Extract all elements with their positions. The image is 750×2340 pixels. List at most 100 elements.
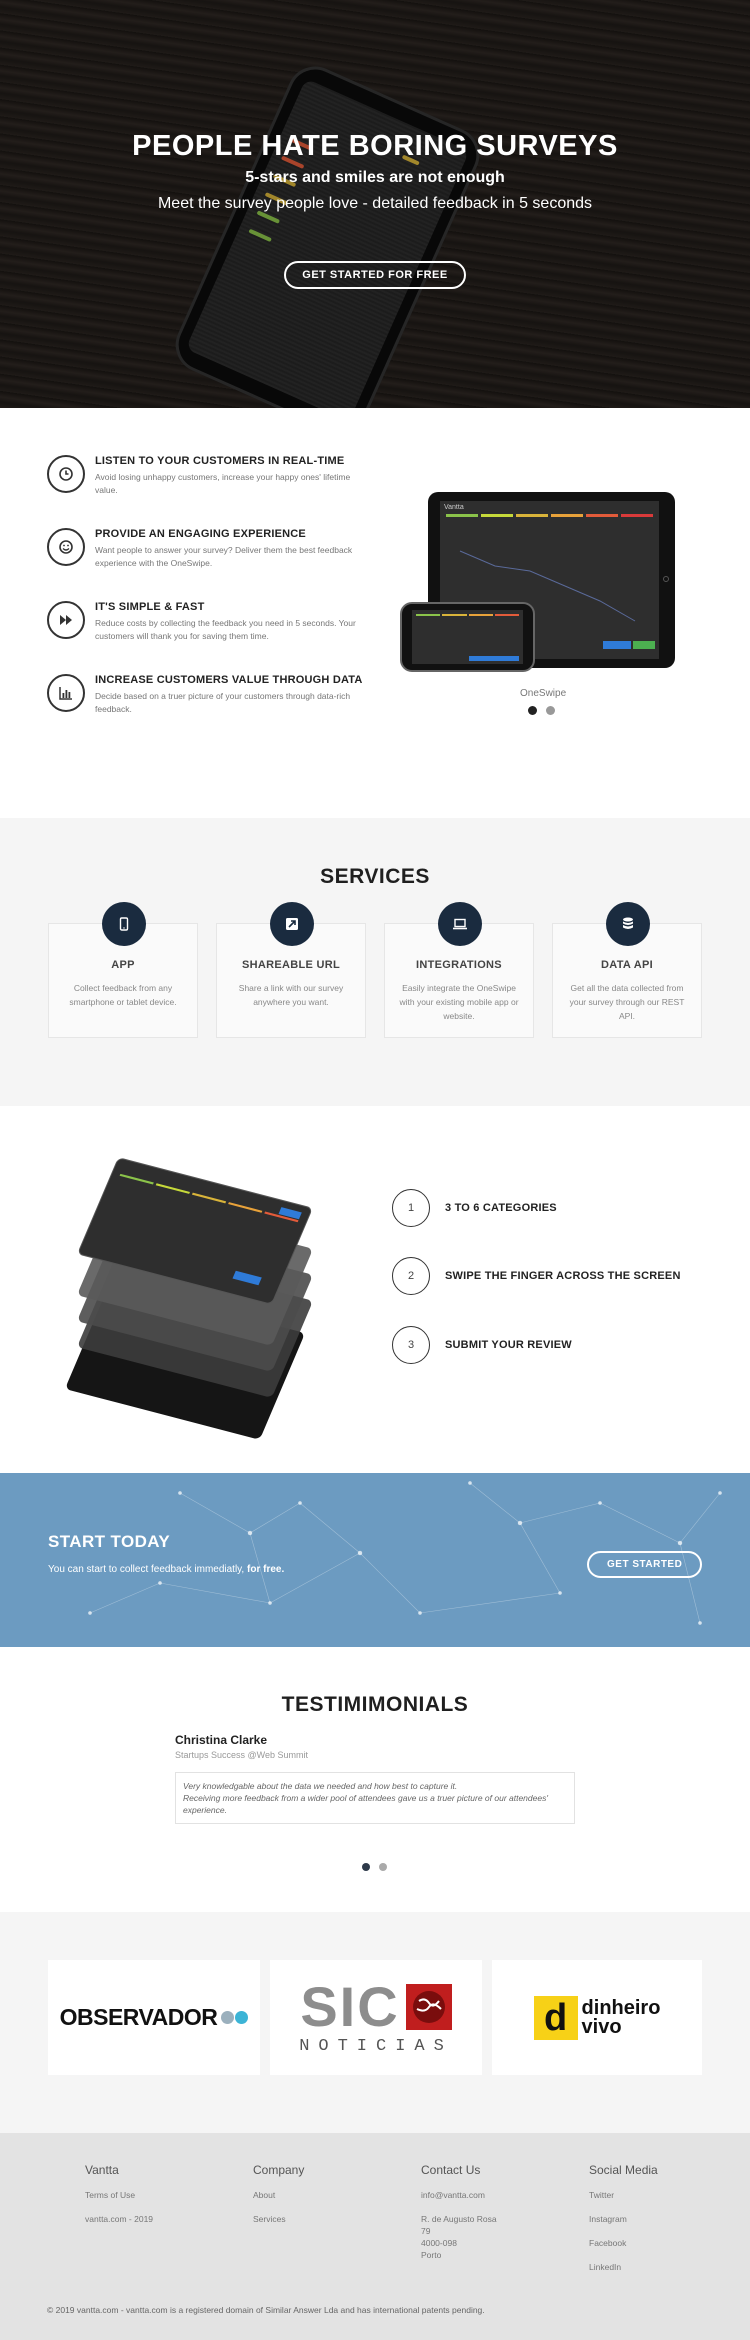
service-description: Share a link with our survey anywhere yo… [238,983,344,1007]
fast-forward-icon [47,601,85,639]
feature-title: IT'S SIMPLE & FAST [95,601,205,613]
start-today-text: You can start to collect feedback immedi… [48,1564,284,1575]
observador-logo[interactable]: OBSERVADOR [48,1960,260,2075]
observador-dots-icon [221,2011,249,2024]
service-title: APP [111,959,135,971]
share-link-icon [270,902,314,946]
hero-text: PEOPLE HATE BORING SURVEYS 5-stars and s… [0,130,750,289]
step-text: 3 TO 6 CATEGORIES [445,1202,557,1214]
service-title: DATA API [601,959,653,971]
start-text-prefix: You can start to collect feedback immedi… [48,1564,247,1575]
footer-column-company: Company About Services [253,2163,304,2237]
carousel-dot[interactable] [546,706,555,715]
dinheiro-vivo-logo[interactable]: d dinheiro vivo [492,1960,702,2075]
footer-heading: Company [253,2163,305,2177]
service-description: Collect feedback from any smartphone or … [69,983,177,1007]
step-text: SWIPE THE FINGER ACROSS THE SCREEN [445,1270,681,1282]
feature-description: Decide based on a truer picture of your … [95,691,351,714]
features-section: LISTEN TO YOUR CUSTOMERS IN REAL-TIME Av… [0,408,750,818]
address-line: Porto [421,2250,442,2260]
service-description: Easily integrate the OneSwipe with your … [399,983,519,1021]
feature-description: Want people to answer your survey? Deliv… [95,545,353,568]
carousel-dot[interactable] [379,1863,387,1871]
footer: Vantta Terms of Use vantta.com - 2019 Co… [0,2133,750,2340]
testimonials-section: TESTIMIMONIALS Christina Clarke Startups… [0,1647,750,1912]
footer-heading: Social Media [589,2163,658,2177]
quote-line: Very knowledgable about the data we need… [183,1781,458,1791]
home-button [663,576,669,582]
service-card: INTEGRATIONS Easily integrate the OneSwi… [384,902,534,1038]
mobile-icon [102,902,146,946]
start-today-banner: START TODAY You can start to collect fee… [0,1473,750,1647]
service-card: SHAREABLE URL Share a link with our surv… [216,902,366,1038]
start-text-bold: for free. [247,1564,285,1575]
email-link[interactable]: info@vantta.com [421,2189,497,2201]
smile-icon [47,528,85,566]
footer-heading: Contact Us [421,2163,481,2177]
laptop-icon [438,902,482,946]
address-line: 4000-098 [421,2238,457,2248]
testimonial-carousel-dots [362,1863,387,1871]
feature-item: INCREASE CUSTOMERS VALUE THROUGH DATA De… [47,674,367,716]
services-link[interactable]: Services [253,2213,304,2225]
press-logos-section: OBSERVADOR SIC NOTICIAS d dinheiro vivo [0,1912,750,2133]
step-item: 2 SWIPE THE FINGER ACROSS THE SCREEN [392,1257,681,1295]
instagram-link[interactable]: Instagram [589,2213,658,2225]
quote-line: Receiving more feedback from a wider poo… [183,1793,548,1815]
terms-link[interactable]: Terms of Use [85,2189,153,2201]
hero-title: PEOPLE HATE BORING SURVEYS [132,130,618,162]
step-number: 1 [392,1189,430,1227]
feature-title: PROVIDE AN ENGAGING EXPERIENCE [95,528,306,540]
step-text: SUBMIT YOUR REVIEW [445,1339,572,1351]
start-today-title: START TODAY [48,1532,171,1551]
hero-subtitle: 5-stars and smiles are not enough [245,169,505,186]
feature-title: LISTEN TO YOUR CUSTOMERS IN REAL-TIME [95,455,345,467]
footer-column-vantta: Vantta Terms of Use vantta.com - 2019 [85,2163,153,2237]
footer-site-text: vantta.com - 2019 [85,2214,154,2224]
carousel-dot[interactable] [528,706,537,715]
testimonial-quote: Very knowledgable about the data we need… [175,1772,575,1824]
bar-chart-icon [47,674,85,712]
sic-logo-text: SIC [300,1975,400,2038]
facebook-link[interactable]: Facebook [589,2237,658,2249]
device-brand: Vantta [444,504,464,511]
carousel-caption: OneSwipe [520,688,567,699]
dinheiro-text: dinheiro [581,1996,661,2019]
testimonial-role: Startups Success @Web Summit [175,1750,309,1760]
phone-mockup-image [400,602,535,672]
get-started-free-button[interactable]: GET STARTED FOR FREE [284,261,466,289]
hero-section: PEOPLE HATE BORING SURVEYS 5-stars and s… [0,0,750,408]
testimonials-title: TESTIMIMONIALS [281,1693,469,1716]
address-line: 79 [421,2226,431,2236]
copyright-text: © 2019 vantta.com - vantta.com is a regi… [47,2305,485,2315]
sic-noticias-logo[interactable]: SIC NOTICIAS [270,1960,482,2075]
step-item: 3 SUBMIT YOUR REVIEW [392,1326,572,1364]
testimonial-author: Christina Clarke [175,1733,268,1747]
database-icon [606,902,650,946]
observador-logo-text: OBSERVADOR [59,2004,218,2030]
services-section: SERVICES APP Collect feedback from any s… [0,818,750,1106]
footer-column-contact: Contact Us info@vantta.com R. de Augusto… [421,2163,497,2273]
vivo-text: vivo [581,2015,622,2038]
feature-item: LISTEN TO YOUR CUSTOMERS IN REAL-TIME Av… [47,455,367,497]
service-description: Get all the data collected from your sur… [569,983,685,1021]
footer-column-social: Social Media Twitter Instagram Facebook … [589,2163,658,2285]
feature-item: PROVIDE AN ENGAGING EXPERIENCE Want peop… [47,528,367,570]
carousel-dot[interactable] [362,1863,370,1871]
twitter-link[interactable]: Twitter [589,2189,658,2201]
get-started-button[interactable]: GET STARTED [587,1551,703,1578]
clock-icon [47,455,85,493]
feature-title: INCREASE CUSTOMERS VALUE THROUGH DATA [95,674,363,686]
service-card: DATA API Get all the data collected from… [552,902,702,1038]
feature-description: Reduce costs by collecting the feedback … [95,618,356,641]
dinheiro-d-icon: d [533,1995,578,2040]
step-number: 3 [392,1326,430,1364]
linkedin-link[interactable]: LinkedIn [589,2261,658,2273]
service-title: SHAREABLE URL [241,959,340,971]
step-item: 1 3 TO 6 CATEGORIES [392,1189,557,1227]
carousel-dots [528,706,555,715]
service-card: APP Collect feedback from any smartphone… [48,902,198,1038]
how-it-works-section: 1 3 TO 6 CATEGORIES 2 SWIPE THE FINGER A… [0,1106,750,1473]
about-link[interactable]: About [253,2189,304,2201]
address-line: R. de Augusto Rosa [421,2214,497,2224]
